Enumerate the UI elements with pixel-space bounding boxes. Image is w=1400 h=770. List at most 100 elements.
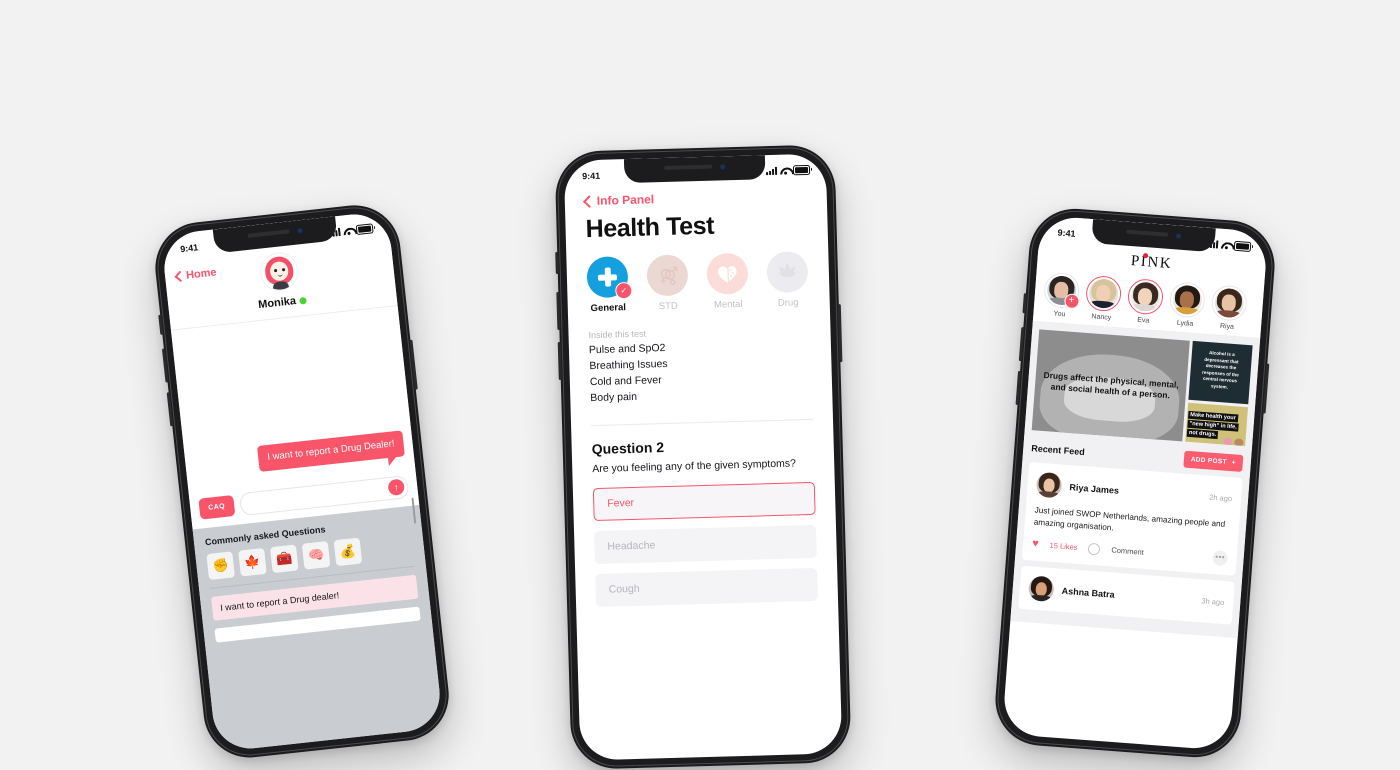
story-ring: [1209, 284, 1248, 322]
add-post-label: ADD POST: [1190, 456, 1227, 466]
option-cough[interactable]: Cough: [595, 567, 819, 607]
avatar[interactable]: [258, 250, 301, 293]
story-ring: [1126, 277, 1164, 316]
notch: [623, 155, 767, 184]
post-author[interactable]: Riya James: [1069, 482, 1201, 502]
health-test-content: Info Panel Health Test ✓ General STD Men…: [564, 153, 838, 607]
more-options-icon[interactable]: •••: [1212, 550, 1229, 567]
fist-icon[interactable]: ✊: [206, 551, 236, 581]
post-card: Ashna Batra 3h ago: [1018, 566, 1235, 625]
heart-icon[interactable]: ♥: [1032, 538, 1039, 550]
post-actions: ♥ 15 Likes Comment •••: [1032, 537, 1229, 567]
question-prompt: Are you feeling any of the given symptom…: [592, 457, 797, 475]
cannabis-leaf-icon[interactable]: 🍁: [238, 547, 267, 577]
post-body: Just joined SWOP Netherlands, amazing pe…: [1033, 505, 1226, 533]
wifi-icon: [343, 226, 354, 235]
screenshot-stage: 9:41 Home Monika I want to report a Drug…: [0, 0, 1400, 770]
back-to-home-button[interactable]: Home: [174, 266, 218, 283]
money-coins-icon[interactable]: 💰: [333, 537, 363, 567]
category-label: Mental: [713, 298, 743, 311]
online-status-dot: [299, 296, 308, 305]
option-fever[interactable]: Fever: [592, 481, 816, 521]
avatar[interactable]: [1027, 575, 1055, 603]
avatar-body: [272, 280, 290, 291]
likes-count: 15 Likes: [1049, 541, 1078, 553]
mute-switch[interactable]: [1022, 293, 1027, 314]
chevron-left-icon: [582, 194, 596, 208]
brain-heart-icon: [706, 252, 749, 295]
logo-text: PINK: [1130, 253, 1173, 273]
divider: [591, 418, 814, 426]
chat-bubble-outgoing: I want to report a Drug Dealer!: [257, 430, 405, 472]
option-headache[interactable]: Headache: [594, 524, 817, 564]
story-label: Lydia: [1176, 319, 1194, 328]
phone-right-social-feed: 9:41 PINK + You Nancy Eva Lydia Riya Dru…: [992, 205, 1278, 761]
mute-switch[interactable]: [555, 251, 559, 275]
battery-icon: [792, 164, 811, 176]
feed-section-title: Recent Feed: [1030, 442, 1086, 457]
page-title: Health Test: [585, 211, 715, 244]
story-nancy[interactable]: Nancy: [1082, 274, 1123, 323]
story-label: Eva: [1136, 316, 1150, 325]
mute-switch[interactable]: [158, 314, 164, 335]
volume-down-button[interactable]: [1015, 370, 1022, 406]
avatar[interactable]: [1035, 471, 1063, 499]
chevron-left-icon: [174, 270, 186, 283]
power-button[interactable]: [837, 304, 843, 363]
volume-down-button[interactable]: [166, 392, 174, 427]
front-camera-icon: [297, 227, 303, 234]
wifi-icon: [1221, 241, 1232, 250]
first-aid-kit-icon[interactable]: 🧰: [269, 544, 299, 574]
comment-icon[interactable]: [1087, 542, 1101, 556]
volume-up-button[interactable]: [1018, 327, 1025, 362]
banner-strip-card: Make health your "new high" in life, not…: [1185, 402, 1248, 447]
add-post-button[interactable]: ADD POST +: [1183, 450, 1244, 473]
chat-message-list: I want to report a Drug Dealer!: [171, 306, 416, 493]
comment-label[interactable]: Comment: [1111, 546, 1144, 557]
phone-left-chat: 9:41 Home Monika I want to report a Drug…: [150, 200, 454, 763]
category-general[interactable]: ✓ General: [586, 256, 633, 315]
cannabis-leaf-icon: [766, 251, 809, 294]
category-drug[interactable]: Drug: [766, 251, 809, 309]
story-you[interactable]: + You: [1040, 271, 1081, 320]
awareness-banner[interactable]: Drugs affect the physical, mental, and s…: [1031, 329, 1253, 447]
story-ring: [1084, 274, 1122, 313]
back-to-info-panel-button[interactable]: Info Panel: [582, 188, 807, 208]
logo-dot-icon: [1142, 252, 1148, 259]
decorative-blobs: [1223, 437, 1244, 446]
earpiece-speaker: [1126, 229, 1169, 237]
post-timestamp: 2h ago: [1208, 492, 1233, 504]
post-author[interactable]: Ashna Batra: [1061, 586, 1193, 606]
brain-icon[interactable]: 🧠: [301, 541, 331, 570]
story-lydia[interactable]: Lydia: [1166, 281, 1207, 329]
volume-up-button[interactable]: [161, 348, 169, 383]
wifi-icon: [780, 166, 790, 174]
add-story-icon[interactable]: +: [1063, 293, 1080, 310]
story-eva[interactable]: Eva: [1124, 277, 1165, 326]
banner-main-image: Drugs affect the physical, mental, and s…: [1031, 329, 1190, 442]
post-header: Riya James 2h ago: [1035, 471, 1233, 512]
power-button[interactable]: [1262, 363, 1270, 414]
back-label: Home: [185, 266, 218, 282]
story-label: Riya: [1219, 322, 1235, 331]
volume-down-button[interactable]: [557, 341, 562, 380]
story-label: Nancy: [1091, 313, 1112, 322]
category-std[interactable]: STD: [646, 254, 689, 312]
category-label: General: [590, 302, 627, 315]
contact-name: Monika: [257, 295, 297, 312]
story-ring: [1168, 281, 1206, 319]
category-mental[interactable]: Mental: [706, 252, 749, 311]
battery-icon: [355, 223, 374, 236]
volume-up-button[interactable]: [556, 291, 561, 331]
caq-button[interactable]: CAQ: [198, 494, 236, 520]
story-riya[interactable]: Riya: [1208, 284, 1249, 332]
banner-alcohol-card: Alcohol is a depressant that decreases t…: [1188, 340, 1253, 405]
status-time: 9:41: [179, 242, 199, 255]
gender-symbols-icon: [646, 254, 689, 297]
cellular-signal-icon: [766, 166, 778, 176]
avatar: [1087, 278, 1119, 310]
power-button[interactable]: [409, 339, 418, 390]
story-label: You: [1053, 310, 1066, 319]
banner-side-column: Alcohol is a depressant that decreases t…: [1185, 340, 1253, 447]
feed-area: Drugs affect the physical, mental, and s…: [1010, 321, 1261, 639]
